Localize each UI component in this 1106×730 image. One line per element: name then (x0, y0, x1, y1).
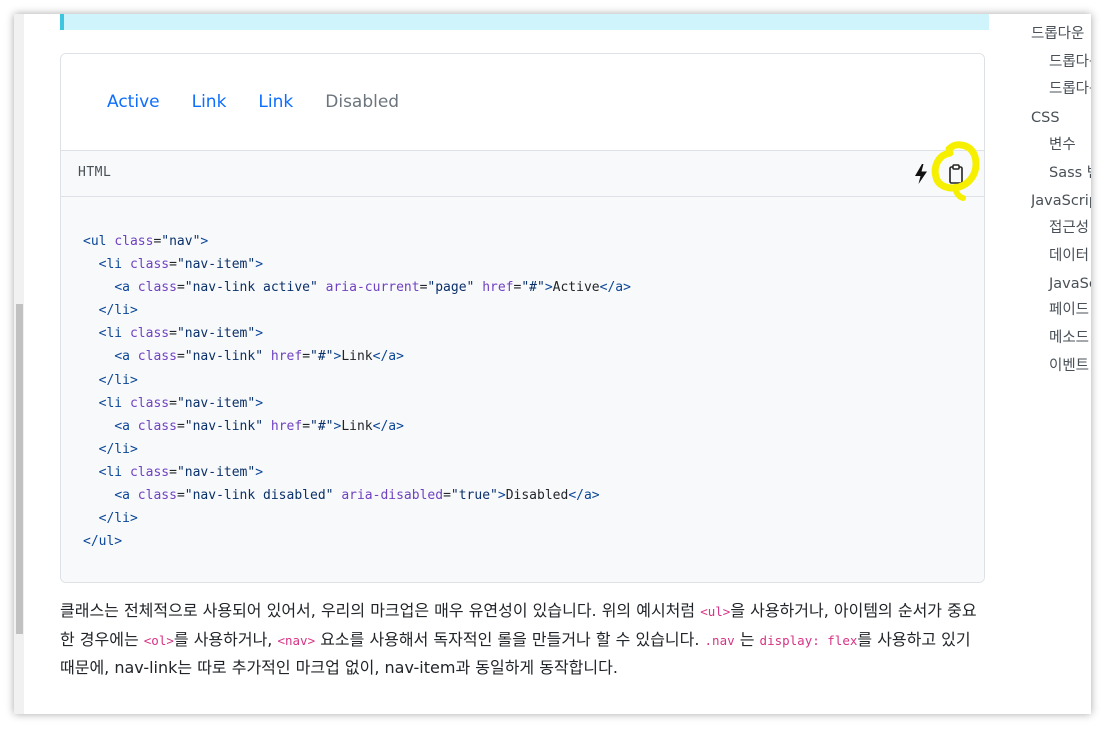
nav-demo: Active Link Link Disabled (91, 91, 415, 113)
nav-item: Active (91, 91, 176, 113)
code-snippet: <ul class="nav"> <li class="nav-item"> <… (83, 234, 631, 550)
toc-subitem[interactable]: Sass 변수 (1049, 163, 1091, 183)
inline-code: <ol> (143, 632, 174, 648)
nav-link-active[interactable]: Active (91, 91, 176, 113)
info-callout (60, 14, 989, 30)
inline-code: <nav> (277, 632, 316, 648)
code-language-label: HTML (78, 165, 112, 180)
toc-subitem[interactable]: 데이터 (1049, 246, 1089, 266)
example-card: Active Link Link Disabled HTML <ul class… (60, 53, 985, 583)
toc-subitem[interactable]: 드롭다운 (1049, 52, 1091, 72)
prose-text: 는 (734, 629, 760, 649)
clipboard-icon[interactable] (945, 163, 967, 185)
lightning-icon[interactable] (912, 163, 930, 185)
nav-item: Link (242, 91, 309, 113)
inline-code: .nav (704, 632, 735, 648)
toc-subitem[interactable]: 변수 (1049, 135, 1076, 155)
prose-text: 를 사용하거나, (173, 629, 278, 649)
prose-text: 클래스는 전체적으로 사용되어 있어서, 우리의 마크업은 매우 유연성이 있습… (60, 601, 701, 620)
example-preview: Active Link Link Disabled (61, 54, 984, 150)
toc-subitem[interactable]: 접근성 (1049, 218, 1089, 238)
toc-item[interactable]: CSS (1031, 108, 1060, 128)
nav-item: Link (176, 91, 243, 113)
browser-viewport: Active Link Link Disabled HTML <ul class… (14, 14, 1091, 714)
inline-code: <ul> (700, 604, 731, 619)
prose-text: 요소를 사용해서 독자적인 롤을 만들거나 할 수 있습니다. (315, 629, 705, 649)
toc-subitem[interactable]: 드롭다운 (1049, 79, 1091, 99)
nav-link-disabled: Disabled (325, 92, 400, 112)
nav-link[interactable]: Link (242, 91, 309, 113)
code-toolbar: HTML (61, 141, 984, 201)
toc-subitem[interactable]: 페이드 (1049, 300, 1089, 320)
description-paragraph: 클래스는 전체적으로 사용되어 있어서, 우리의 마크업은 매우 유연성이 있습… (60, 597, 990, 682)
toc-subitem[interactable]: JavaScript (1049, 274, 1091, 294)
code-block: <ul class="nav"> <li class="nav-item"> <… (61, 197, 984, 582)
nav-item: Disabled (309, 91, 415, 113)
toc-subitem[interactable]: 메소드 (1049, 328, 1089, 348)
inline-code: display: flex (759, 632, 858, 648)
scrollbar-thumb[interactable] (16, 304, 23, 634)
toc-item[interactable]: 드롭다운 (1031, 24, 1084, 44)
scrollbar[interactable] (14, 14, 24, 714)
table-of-contents: 드롭다운 드롭다운 드롭다운 CSS 변수 Sass 변수 JavaScript… (1031, 14, 1091, 714)
toc-subitem[interactable]: 이벤트 (1049, 356, 1089, 376)
nav-link[interactable]: Link (176, 91, 243, 113)
toc-item[interactable]: JavaScript (1031, 191, 1091, 211)
